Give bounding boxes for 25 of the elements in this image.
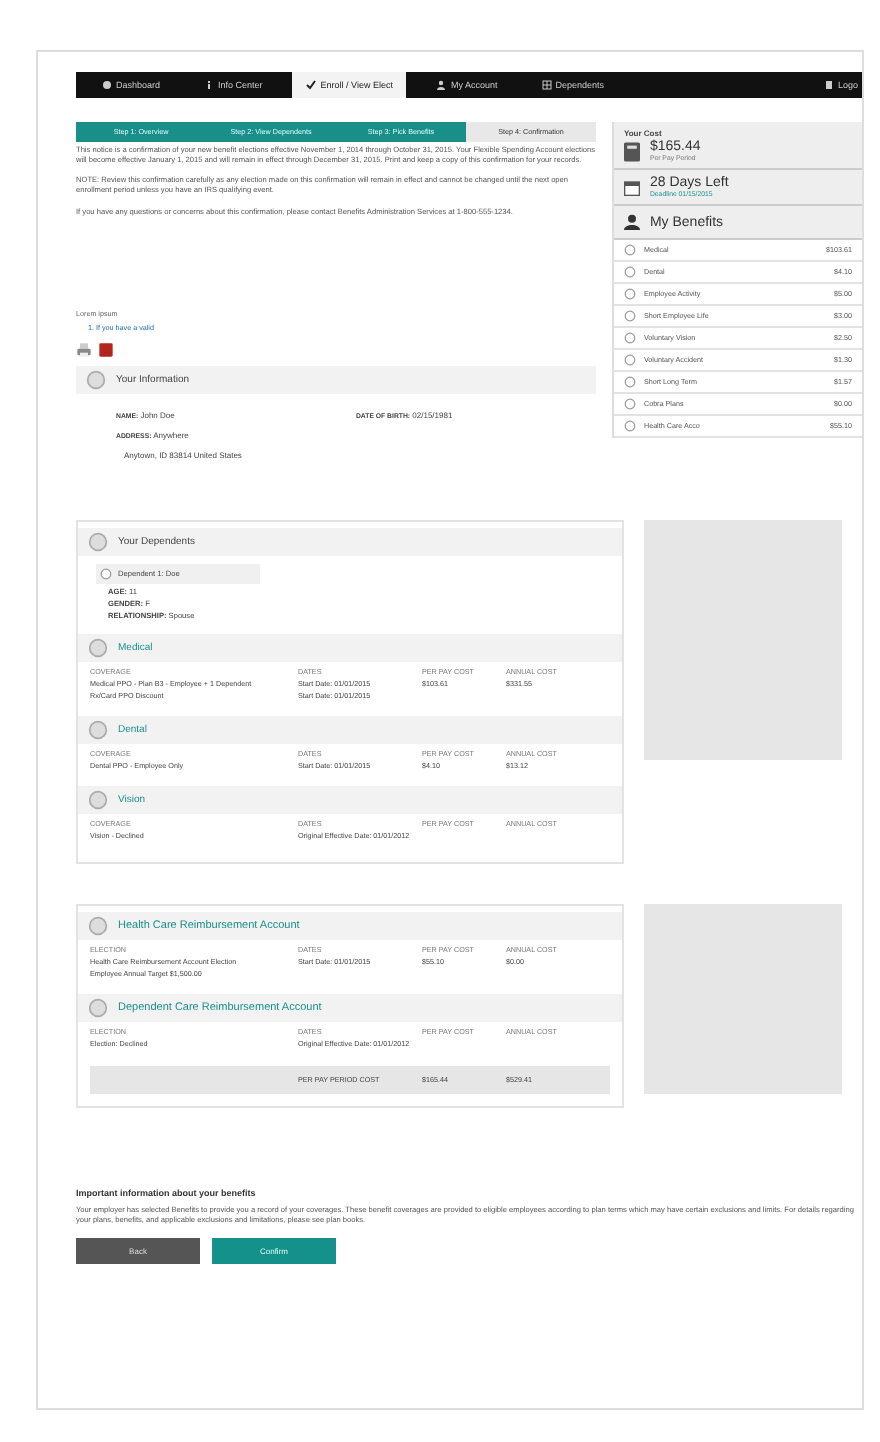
circle-icon <box>88 531 108 552</box>
check-icon <box>306 80 317 90</box>
circle-icon <box>86 369 106 390</box>
pdf-icon[interactable] <box>98 341 114 358</box>
circle-icon <box>623 398 636 410</box>
calculator-icon <box>623 141 640 161</box>
circle-icon <box>623 310 636 322</box>
circle-icon <box>88 997 108 1018</box>
circle-icon <box>88 789 108 810</box>
printer-icon[interactable] <box>76 341 92 358</box>
circle-icon <box>623 332 636 344</box>
circle-icon <box>623 244 636 256</box>
person-icon <box>623 212 640 232</box>
circle-icon <box>88 637 108 658</box>
grid-icon <box>541 80 552 90</box>
circle-icon <box>623 288 636 300</box>
circle-icon <box>623 376 636 388</box>
person-icon <box>436 80 447 90</box>
calendar-icon <box>623 177 640 197</box>
circle-icon <box>623 266 636 278</box>
circle-icon <box>623 354 636 366</box>
circle-icon <box>88 719 108 740</box>
circle-icon <box>623 420 636 432</box>
circle-icon <box>88 915 108 936</box>
circle-icon <box>100 567 112 580</box>
